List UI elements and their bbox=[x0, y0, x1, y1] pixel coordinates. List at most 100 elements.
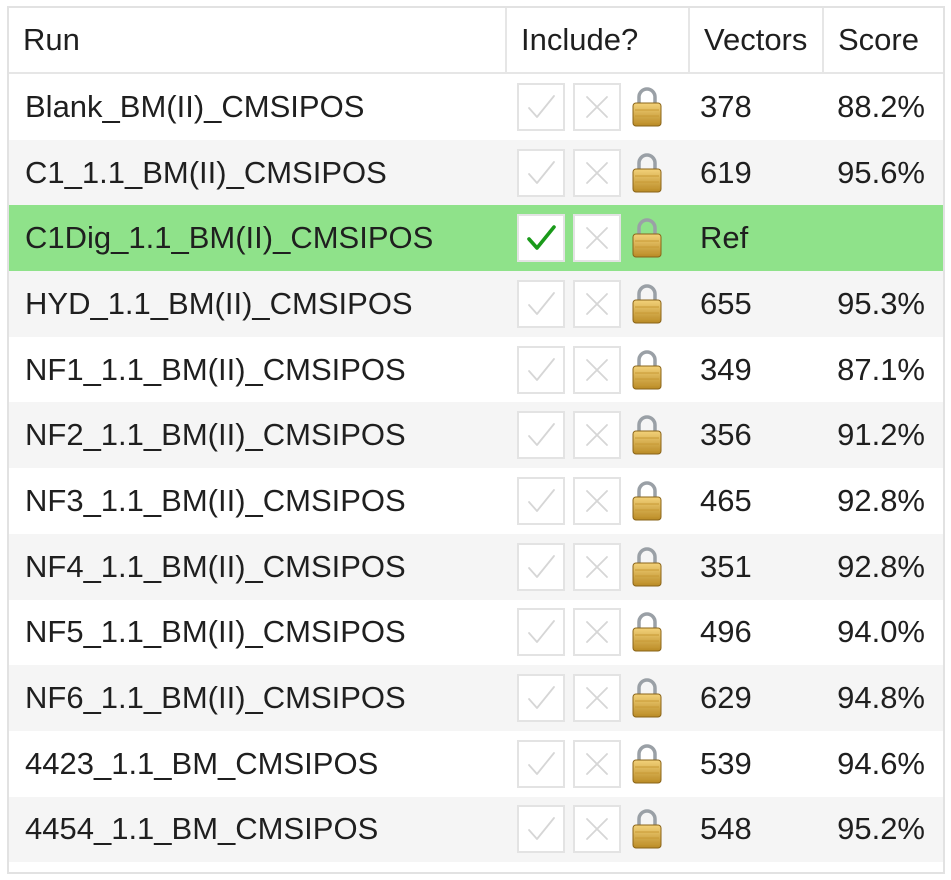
x-icon bbox=[579, 549, 615, 585]
exclude-checkbox[interactable] bbox=[573, 279, 621, 328]
exclude-checkbox[interactable] bbox=[573, 739, 621, 788]
run-name: 4454_1.1_BM_CMSIPOS bbox=[25, 811, 379, 847]
include-controls bbox=[507, 542, 690, 591]
vectors-value: 539 bbox=[700, 745, 752, 781]
table-row[interactable]: NF6_1.1_BM(II)_CMSIPOS 629 94.8% bbox=[9, 665, 943, 731]
include-controls bbox=[507, 739, 690, 788]
column-header-vectors[interactable]: Vectors bbox=[690, 8, 824, 72]
lock-toggle[interactable] bbox=[629, 479, 665, 523]
checkmark-icon bbox=[523, 352, 559, 388]
exclude-checkbox[interactable] bbox=[573, 476, 621, 525]
vectors-value: 349 bbox=[700, 351, 752, 387]
exclude-checkbox[interactable] bbox=[573, 82, 621, 131]
checkmark-icon bbox=[523, 746, 559, 782]
run-name: Blank_BM(II)_CMSIPOS bbox=[25, 88, 365, 124]
column-header-run[interactable]: Run bbox=[9, 8, 507, 72]
exclude-checkbox[interactable] bbox=[573, 148, 621, 197]
table-row[interactable]: Blank_BM(II)_CMSIPOS 378 88.2% bbox=[9, 74, 943, 140]
include-controls bbox=[507, 476, 690, 525]
vectors-value: 465 bbox=[700, 482, 752, 518]
run-name: NF6_1.1_BM(II)_CMSIPOS bbox=[25, 680, 406, 716]
score-value: 87.1% bbox=[837, 351, 925, 387]
table-row[interactable]: NF5_1.1_BM(II)_CMSIPOS 496 94.0% bbox=[9, 599, 943, 666]
include-checkbox[interactable] bbox=[517, 739, 565, 788]
include-checkbox[interactable] bbox=[517, 476, 565, 525]
x-icon bbox=[579, 483, 615, 519]
table-row[interactable]: NF4_1.1_BM(II)_CMSIPOS 351 92.8% bbox=[9, 533, 943, 600]
x-icon bbox=[579, 746, 615, 782]
exclude-checkbox[interactable] bbox=[573, 542, 621, 591]
table-row[interactable]: NF1_1.1_BM(II)_CMSIPOS 349 87.1% bbox=[9, 336, 943, 403]
padlock-icon bbox=[629, 348, 665, 392]
include-checkbox[interactable] bbox=[517, 148, 565, 197]
x-icon bbox=[579, 811, 615, 847]
vectors-value: 496 bbox=[700, 614, 752, 650]
include-controls bbox=[507, 279, 690, 328]
include-checkbox[interactable] bbox=[517, 82, 565, 131]
include-checkbox[interactable] bbox=[517, 214, 565, 263]
checkmark-icon bbox=[523, 417, 559, 453]
exclude-checkbox[interactable] bbox=[573, 214, 621, 263]
vectors-value: 351 bbox=[700, 548, 752, 584]
vectors-value: 629 bbox=[700, 680, 752, 716]
lock-toggle[interactable] bbox=[629, 676, 665, 720]
runs-grid: Run Include? Vectors Score Blank_BM(II)_… bbox=[7, 6, 945, 874]
include-controls bbox=[507, 674, 690, 723]
lock-toggle[interactable] bbox=[629, 610, 665, 654]
run-name: NF5_1.1_BM(II)_CMSIPOS bbox=[25, 614, 406, 650]
lock-toggle[interactable] bbox=[629, 807, 665, 851]
checkmark-icon bbox=[523, 286, 559, 322]
lock-toggle[interactable] bbox=[629, 413, 665, 457]
lock-toggle[interactable] bbox=[629, 545, 665, 589]
exclude-checkbox[interactable] bbox=[573, 805, 621, 854]
vectors-value: 378 bbox=[700, 88, 752, 124]
x-icon bbox=[579, 417, 615, 453]
include-checkbox[interactable] bbox=[517, 411, 565, 460]
exclude-checkbox[interactable] bbox=[573, 411, 621, 460]
lock-toggle[interactable] bbox=[629, 742, 665, 786]
include-controls bbox=[507, 214, 690, 263]
padlock-icon bbox=[629, 610, 665, 654]
checkmark-icon bbox=[523, 220, 559, 256]
score-value: 95.3% bbox=[837, 285, 925, 321]
column-header-score[interactable]: Score bbox=[824, 8, 943, 72]
table-row[interactable]: NF2_1.1_BM(II)_CMSIPOS 356 91.2% bbox=[9, 402, 943, 469]
run-name: 4423_1.1_BM_CMSIPOS bbox=[25, 745, 379, 781]
score-value: 92.8% bbox=[837, 482, 925, 518]
padlock-icon bbox=[629, 742, 665, 786]
include-checkbox[interactable] bbox=[517, 345, 565, 394]
padlock-icon bbox=[629, 216, 665, 260]
include-checkbox[interactable] bbox=[517, 542, 565, 591]
table-row[interactable]: 4423_1.1_BM_CMSIPOS 539 94.6% bbox=[9, 730, 943, 797]
vectors-value: Ref bbox=[700, 220, 749, 256]
run-name: C1_1.1_BM(II)_CMSIPOS bbox=[25, 154, 387, 190]
checkmark-icon bbox=[523, 483, 559, 519]
lock-toggle[interactable] bbox=[629, 348, 665, 392]
padlock-icon bbox=[629, 479, 665, 523]
checkmark-icon bbox=[523, 155, 559, 191]
lock-toggle[interactable] bbox=[629, 282, 665, 326]
lock-toggle[interactable] bbox=[629, 151, 665, 195]
vectors-value: 548 bbox=[700, 811, 752, 847]
x-icon bbox=[579, 89, 615, 125]
table-row[interactable]: C1_1.1_BM(II)_CMSIPOS 619 95.6% bbox=[9, 139, 943, 206]
column-header-include[interactable]: Include? bbox=[507, 8, 690, 72]
include-checkbox[interactable] bbox=[517, 674, 565, 723]
padlock-icon bbox=[629, 807, 665, 851]
table-row[interactable]: HYD_1.1_BM(II)_CMSIPOS 655 95.3% bbox=[9, 271, 943, 337]
x-icon bbox=[579, 155, 615, 191]
include-checkbox[interactable] bbox=[517, 805, 565, 854]
exclude-checkbox[interactable] bbox=[573, 608, 621, 657]
include-controls bbox=[507, 805, 690, 854]
lock-toggle[interactable] bbox=[629, 216, 665, 260]
padlock-icon bbox=[629, 413, 665, 457]
run-name: HYD_1.1_BM(II)_CMSIPOS bbox=[25, 285, 413, 321]
include-checkbox[interactable] bbox=[517, 279, 565, 328]
exclude-checkbox[interactable] bbox=[573, 345, 621, 394]
include-checkbox[interactable] bbox=[517, 608, 565, 657]
table-row[interactable]: C1Dig_1.1_BM(II)_CMSIPOS Ref bbox=[9, 205, 943, 272]
lock-toggle[interactable] bbox=[629, 85, 665, 129]
table-row[interactable]: NF3_1.1_BM(II)_CMSIPOS 465 92.8% bbox=[9, 468, 943, 534]
exclude-checkbox[interactable] bbox=[573, 674, 621, 723]
table-row[interactable]: 4454_1.1_BM_CMSIPOS 548 95.2% bbox=[9, 796, 943, 863]
